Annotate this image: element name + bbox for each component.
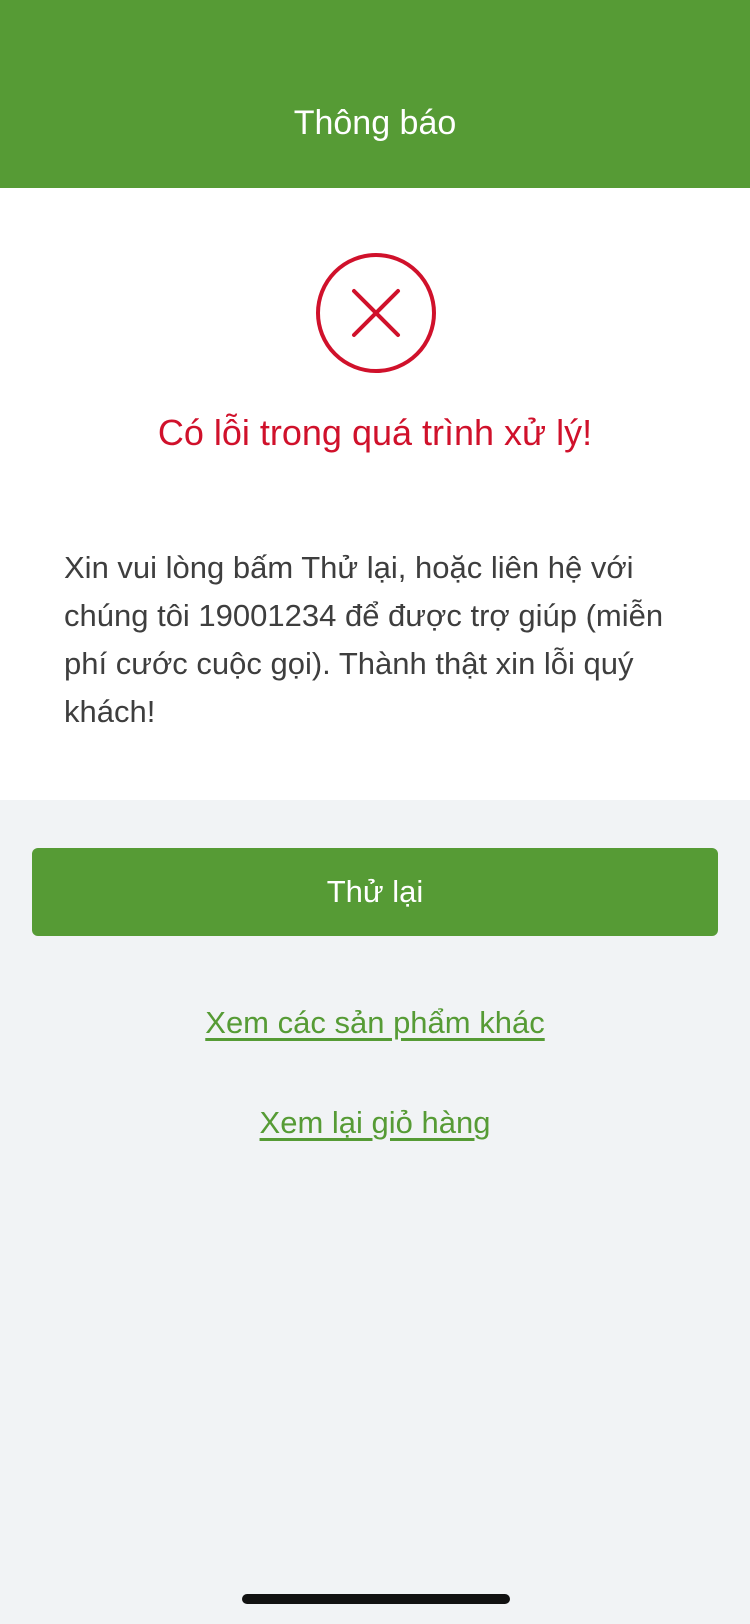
error-message: Xin vui lòng bấm Thử lại, hoặc liên hệ v…: [64, 550, 664, 729]
page-title: Thông báo: [293, 104, 457, 142]
header-bar: Thông báo: [0, 0, 750, 188]
retry-button[interactable]: Thử lại: [32, 848, 718, 936]
close-circle-icon: [316, 253, 436, 373]
home-indicator[interactable]: [242, 1594, 510, 1604]
view-cart-link[interactable]: Xem lại giỏ hàng: [0, 1101, 750, 1145]
error-title: Có lỗi trong quá trình xử lý!: [157, 412, 593, 453]
error-card: Có lỗi trong quá trình xử lý! Xin vui lò…: [0, 188, 750, 800]
view-other-products-link[interactable]: Xem các sản phẩm khác: [0, 1001, 750, 1045]
